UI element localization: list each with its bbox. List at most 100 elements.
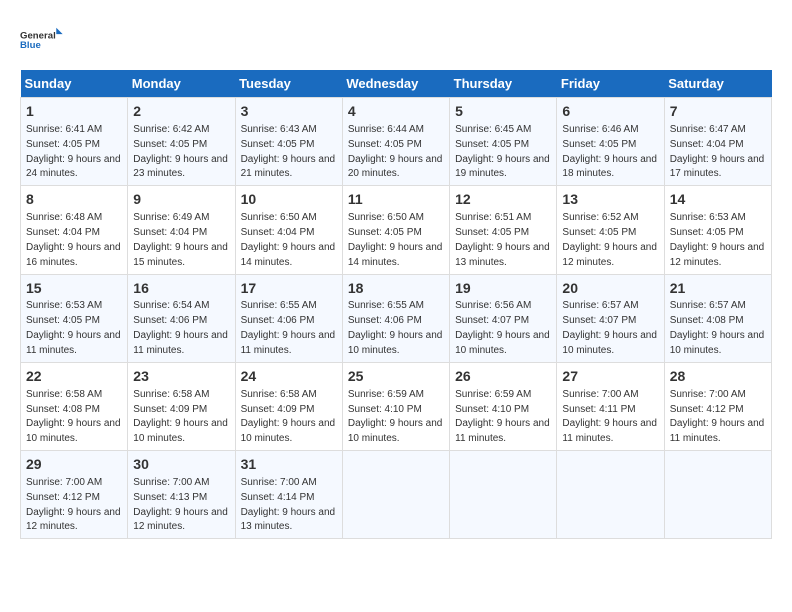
calendar-cell: 7 Sunrise: 6:47 AMSunset: 4:04 PMDaylight…	[664, 98, 771, 186]
week-row-5: 29Sunrise: 7:00 AMSunset: 4:12 PMDayligh…	[21, 451, 772, 539]
day-info: Sunrise: 6:59 AMSunset: 4:10 PMDaylight:…	[348, 389, 443, 445]
calendar-cell: 25 Sunrise: 6:59 AMSunset: 4:10 PMDayligh…	[342, 362, 449, 450]
day-number: 26	[455, 367, 551, 386]
day-info: Sunrise: 6:59 AMSunset: 4:10 PMDaylight:…	[455, 389, 550, 445]
svg-text:Blue: Blue	[20, 40, 41, 51]
calendar-cell	[342, 451, 449, 539]
day-info: Sunrise: 6:47 AMSunset: 4:04 PMDaylight:…	[670, 124, 765, 180]
day-info: Sunrise: 6:57 AMSunset: 4:08 PMDaylight:…	[670, 300, 765, 356]
day-number: 21	[670, 279, 766, 298]
calendar-cell: 21 Sunrise: 6:57 AMSunset: 4:08 PMDayligh…	[664, 274, 771, 362]
calendar-cell: 3 Sunrise: 6:43 AMSunset: 4:05 PMDaylight…	[235, 98, 342, 186]
week-row-3: 15 Sunrise: 6:53 AMSunset: 4:05 PMDayligh…	[21, 274, 772, 362]
day-number: 30	[133, 455, 229, 474]
calendar-cell: 16 Sunrise: 6:54 AMSunset: 4:06 PMDayligh…	[128, 274, 235, 362]
calendar-cell: 2Sunrise: 6:42 AMSunset: 4:05 PMDaylight…	[128, 98, 235, 186]
calendar-cell: 20 Sunrise: 6:57 AMSunset: 4:07 PMDayligh…	[557, 274, 664, 362]
calendar-cell: 18Sunrise: 6:55 AMSunset: 4:06 PMDayligh…	[342, 274, 449, 362]
day-number: 15	[26, 279, 122, 298]
day-info: Sunrise: 6:48 AMSunset: 4:04 PMDaylight:…	[26, 212, 121, 268]
day-info: Sunrise: 6:55 AMSunset: 4:06 PMDaylight:…	[241, 300, 336, 356]
logo: General Blue	[20, 20, 68, 60]
calendar-cell: 31 Sunrise: 7:00 AMSunset: 4:14 PMDayligh…	[235, 451, 342, 539]
day-number: 3	[241, 102, 337, 121]
logo-svg: General Blue	[20, 20, 68, 60]
day-info: Sunrise: 6:45 AMSunset: 4:05 PMDaylight:…	[455, 124, 550, 180]
calendar-cell: 28Sunrise: 7:00 AMSunset: 4:12 PMDayligh…	[664, 362, 771, 450]
calendar-cell: 30 Sunrise: 7:00 AMSunset: 4:13 PMDayligh…	[128, 451, 235, 539]
calendar-cell: 5 Sunrise: 6:45 AMSunset: 4:05 PMDaylight…	[450, 98, 557, 186]
day-info: Sunrise: 6:53 AMSunset: 4:05 PMDaylight:…	[26, 300, 121, 356]
day-number: 22	[26, 367, 122, 386]
calendar-cell: 11 Sunrise: 6:50 AMSunset: 4:05 PMDayligh…	[342, 186, 449, 274]
calendar-cell: 6Sunrise: 6:46 AMSunset: 4:05 PMDaylight…	[557, 98, 664, 186]
calendar-cell: 23Sunrise: 6:58 AMSunset: 4:09 PMDayligh…	[128, 362, 235, 450]
calendar-cell: 26 Sunrise: 6:59 AMSunset: 4:10 PMDayligh…	[450, 362, 557, 450]
day-number: 19	[455, 279, 551, 298]
calendar-cell: 13 Sunrise: 6:52 AMSunset: 4:05 PMDayligh…	[557, 186, 664, 274]
day-number: 4	[348, 102, 444, 121]
day-info: Sunrise: 7:00 AMSunset: 4:14 PMDaylight:…	[241, 477, 336, 533]
day-number: 14	[670, 190, 766, 209]
day-info: Sunrise: 6:50 AMSunset: 4:04 PMDaylight:…	[241, 212, 336, 268]
day-number: 31	[241, 455, 337, 474]
day-number: 25	[348, 367, 444, 386]
day-info: Sunrise: 6:56 AMSunset: 4:07 PMDaylight:…	[455, 300, 550, 356]
day-info: Sunrise: 6:58 AMSunset: 4:09 PMDaylight:…	[241, 389, 336, 445]
calendar-cell: 4 Sunrise: 6:44 AMSunset: 4:05 PMDaylight…	[342, 98, 449, 186]
col-header-sunday: Sunday	[21, 70, 128, 98]
day-number: 11	[348, 190, 444, 209]
calendar-cell: 22 Sunrise: 6:58 AMSunset: 4:08 PMDayligh…	[21, 362, 128, 450]
calendar-cell: 24Sunrise: 6:58 AMSunset: 4:09 PMDayligh…	[235, 362, 342, 450]
week-row-4: 22 Sunrise: 6:58 AMSunset: 4:08 PMDayligh…	[21, 362, 772, 450]
day-info: Sunrise: 6:41 AMSunset: 4:05 PMDaylight:…	[26, 124, 121, 180]
day-info: Sunrise: 6:49 AMSunset: 4:04 PMDaylight:…	[133, 212, 228, 268]
day-info: Sunrise: 6:55 AMSunset: 4:06 PMDaylight:…	[348, 300, 443, 356]
calendar-cell: 14 Sunrise: 6:53 AMSunset: 4:05 PMDayligh…	[664, 186, 771, 274]
day-info: Sunrise: 6:50 AMSunset: 4:05 PMDaylight:…	[348, 212, 443, 268]
col-header-wednesday: Wednesday	[342, 70, 449, 98]
calendar-cell: 9 Sunrise: 6:49 AMSunset: 4:04 PMDaylight…	[128, 186, 235, 274]
day-info: Sunrise: 7:00 AMSunset: 4:13 PMDaylight:…	[133, 477, 228, 533]
calendar-cell: 15 Sunrise: 6:53 AMSunset: 4:05 PMDayligh…	[21, 274, 128, 362]
day-info: Sunrise: 6:58 AMSunset: 4:08 PMDaylight:…	[26, 389, 121, 445]
day-number: 2	[133, 102, 229, 121]
col-header-monday: Monday	[128, 70, 235, 98]
day-info: Sunrise: 6:53 AMSunset: 4:05 PMDaylight:…	[670, 212, 765, 268]
day-number: 1	[26, 102, 122, 121]
day-info: Sunrise: 6:57 AMSunset: 4:07 PMDaylight:…	[562, 300, 657, 356]
day-number: 16	[133, 279, 229, 298]
day-number: 8	[26, 190, 122, 209]
day-info: Sunrise: 6:43 AMSunset: 4:05 PMDaylight:…	[241, 124, 336, 180]
day-number: 7	[670, 102, 766, 121]
col-header-tuesday: Tuesday	[235, 70, 342, 98]
day-number: 23	[133, 367, 229, 386]
calendar-cell: 1 Sunrise: 6:41 AMSunset: 4:05 PMDaylight…	[21, 98, 128, 186]
week-row-2: 8 Sunrise: 6:48 AMSunset: 4:04 PMDaylight…	[21, 186, 772, 274]
calendar-cell: 27 Sunrise: 7:00 AMSunset: 4:11 PMDayligh…	[557, 362, 664, 450]
day-number: 5	[455, 102, 551, 121]
day-number: 6	[562, 102, 658, 121]
day-number: 27	[562, 367, 658, 386]
calendar-cell: 8 Sunrise: 6:48 AMSunset: 4:04 PMDaylight…	[21, 186, 128, 274]
day-info: Sunrise: 6:52 AMSunset: 4:05 PMDaylight:…	[562, 212, 657, 268]
calendar-table: SundayMondayTuesdayWednesdayThursdayFrid…	[20, 70, 772, 539]
day-number: 17	[241, 279, 337, 298]
calendar-cell	[557, 451, 664, 539]
day-number: 13	[562, 190, 658, 209]
day-info: Sunrise: 7:00 AMSunset: 4:12 PMDaylight:…	[670, 389, 765, 445]
calendar-cell: 19 Sunrise: 6:56 AMSunset: 4:07 PMDayligh…	[450, 274, 557, 362]
calendar-cell	[450, 451, 557, 539]
col-header-saturday: Saturday	[664, 70, 771, 98]
day-number: 20	[562, 279, 658, 298]
day-info: Sunrise: 6:44 AMSunset: 4:05 PMDaylight:…	[348, 124, 443, 180]
day-number: 9	[133, 190, 229, 209]
week-row-1: 1 Sunrise: 6:41 AMSunset: 4:05 PMDaylight…	[21, 98, 772, 186]
day-number: 12	[455, 190, 551, 209]
day-number: 29	[26, 455, 122, 474]
day-info: Sunrise: 6:54 AMSunset: 4:06 PMDaylight:…	[133, 300, 228, 356]
calendar-cell: 17 Sunrise: 6:55 AMSunset: 4:06 PMDayligh…	[235, 274, 342, 362]
day-info: Sunrise: 7:00 AMSunset: 4:11 PMDaylight:…	[562, 389, 657, 445]
calendar-cell: 12Sunrise: 6:51 AMSunset: 4:05 PMDayligh…	[450, 186, 557, 274]
col-header-friday: Friday	[557, 70, 664, 98]
